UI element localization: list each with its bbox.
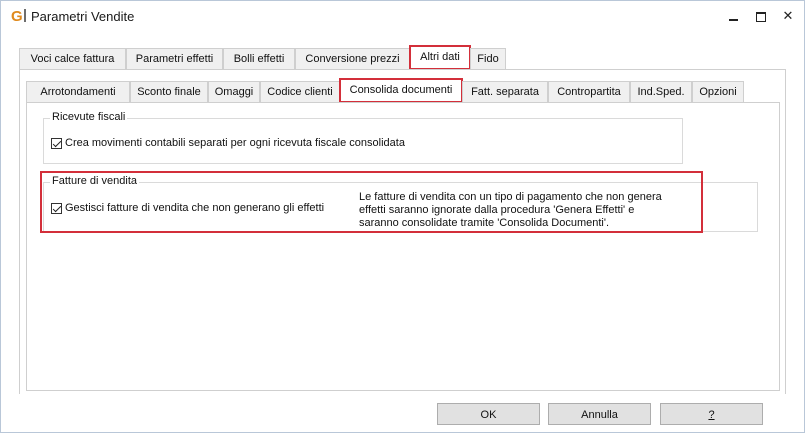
app-logo-icon: G xyxy=(11,8,26,25)
tab-conversione-prezzi[interactable]: Conversione prezzi xyxy=(295,48,410,69)
maximize-icon xyxy=(756,12,766,22)
tab-opzioni[interactable]: Opzioni xyxy=(692,81,744,102)
ricevute-checkbox[interactable] xyxy=(51,138,62,149)
minimize-icon xyxy=(728,19,738,21)
tab-ind-sped[interactable]: Ind.Sped. xyxy=(630,81,692,102)
altri-dati-panel: Arrotondamenti Sconto finale Omaggi Codi… xyxy=(19,69,786,396)
tab-omaggi[interactable]: Omaggi xyxy=(208,81,260,102)
tab-parametri-effetti[interactable]: Parametri effetti xyxy=(126,48,223,69)
close-button[interactable]: ✕ xyxy=(778,7,798,27)
title-bar: G Parametri Vendite ✕ xyxy=(1,1,804,33)
cancel-button[interactable]: Annulla xyxy=(548,403,651,425)
tab-fatt-separata[interactable]: Fatt. separata xyxy=(462,81,548,102)
window-title: Parametri Vendite xyxy=(31,9,135,24)
group-ricevute-fiscali: Ricevute fiscali Crea movimenti contabil… xyxy=(43,111,683,164)
minimize-button[interactable] xyxy=(723,7,743,27)
tab-bolli-effetti[interactable]: Bolli effetti xyxy=(223,48,295,69)
highlight-frame xyxy=(40,171,703,233)
tab-arrotondamenti[interactable]: Arrotondamenti xyxy=(26,81,130,102)
help-button[interactable]: ? xyxy=(660,403,763,425)
tab-voci-calce-fattura[interactable]: Voci calce fattura xyxy=(19,48,126,69)
window: G Parametri Vendite ✕ Voci calce fattura… xyxy=(0,0,805,433)
button-bar: OK Annulla ? xyxy=(19,394,786,431)
tab-codice-clienti[interactable]: Codice clienti xyxy=(260,81,340,102)
tab-sconto-finale[interactable]: Sconto finale xyxy=(130,81,208,102)
help-button-label: ? xyxy=(708,409,715,421)
tab-consolida-documenti[interactable]: Consolida documenti xyxy=(339,78,463,103)
tab-contropartita[interactable]: Contropartita xyxy=(548,81,630,102)
ok-button[interactable]: OK xyxy=(437,403,540,425)
close-icon: ✕ xyxy=(782,9,794,24)
consolida-documenti-panel: Ricevute fiscali Crea movimenti contabil… xyxy=(26,102,780,391)
maximize-button[interactable] xyxy=(751,7,771,27)
group-ricevute-fiscali-label: Ricevute fiscali xyxy=(50,111,128,123)
tab-altri-dati[interactable]: Altri dati xyxy=(409,45,471,70)
tab-fido[interactable]: Fido xyxy=(470,48,506,69)
ricevute-checkbox-label: Crea movimenti contabili separati per og… xyxy=(65,137,405,149)
